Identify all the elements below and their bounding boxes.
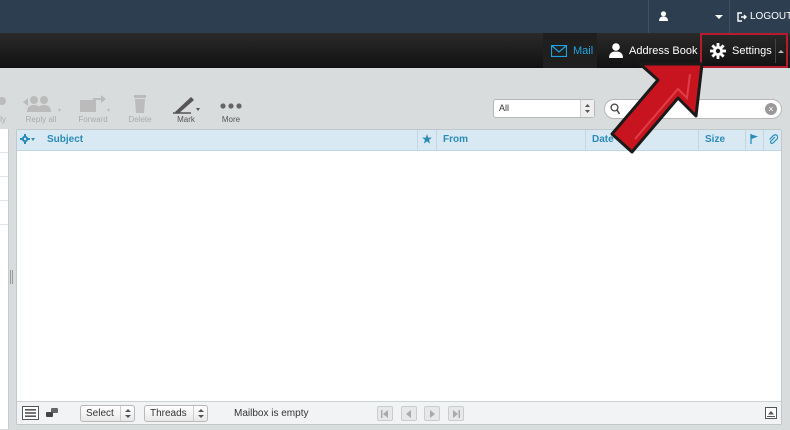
attachment-icon (769, 134, 779, 144)
more-label: More (221, 115, 241, 124)
reply-icon (0, 97, 6, 105)
forward-icon (80, 95, 110, 112)
task-settings[interactable]: Settings (700, 33, 788, 68)
column-flag[interactable] (745, 130, 763, 150)
mailbox-status: Mailbox is empty (234, 408, 309, 419)
last-page-icon (453, 410, 460, 418)
task-mail[interactable]: Mail (543, 33, 597, 68)
threads-dropdown[interactable]: Threads (144, 405, 208, 422)
select-label: Select (86, 408, 114, 419)
settings-divider (775, 39, 776, 63)
pane-splitter[interactable] (10, 270, 13, 284)
folder-list (0, 129, 9, 429)
reply-label: ly (0, 115, 6, 124)
reply-all-button[interactable]: Reply all (18, 94, 64, 124)
list-icon (22, 406, 39, 420)
folder-item[interactable] (0, 201, 8, 225)
user-icon (659, 11, 668, 21)
gear-icon (710, 42, 726, 59)
pen-icon (173, 97, 200, 114)
trash-icon (134, 95, 146, 113)
forward-button[interactable]: Forward (74, 94, 112, 124)
reply-all-icon (23, 96, 61, 112)
column-attachment[interactable] (763, 130, 781, 150)
logout-icon (737, 11, 747, 22)
top-bar: LOGOUT (0, 0, 790, 33)
select-arrows-icon (580, 100, 594, 117)
logout-link[interactable]: LOGOUT (734, 0, 790, 33)
user-menu[interactable] (648, 0, 730, 33)
toggle-preview-button[interactable] (765, 407, 777, 422)
threads-label: Threads (150, 408, 187, 419)
select-arrows-icon (193, 406, 207, 421)
filter-value: All (499, 103, 510, 113)
red-arrow-annotation (610, 62, 704, 154)
task-mail-label: Mail (573, 44, 594, 57)
more-icon (220, 103, 242, 109)
threads-toggle-button[interactable] (45, 407, 59, 422)
first-page-icon (381, 410, 388, 418)
first-page-button[interactable] (377, 406, 393, 421)
logout-label: LOGOUT (750, 11, 790, 22)
threads-icon (46, 408, 58, 417)
forward-label: Forward (78, 115, 108, 124)
reply-all-label: Reply all (25, 115, 57, 124)
previous-page-button[interactable] (401, 406, 417, 421)
task-addressbook-label: Address Book (629, 44, 698, 57)
mail-icon (551, 44, 567, 57)
select-arrows-icon (120, 406, 134, 421)
column-flag-star[interactable] (417, 130, 436, 150)
chevron-down-icon (715, 15, 723, 19)
delete-label: Delete (128, 115, 152, 124)
clear-search-icon[interactable]: × (765, 103, 777, 115)
delete-button[interactable]: Delete (124, 94, 156, 124)
message-list: Subject From Date Size Select Threads Ma… (16, 129, 782, 425)
folder-item[interactable] (0, 129, 8, 153)
column-from[interactable]: From (436, 130, 585, 150)
list-options-button[interactable] (17, 130, 41, 150)
column-subject[interactable]: Subject (41, 130, 417, 150)
list-layout-button[interactable] (22, 406, 39, 423)
more-button[interactable]: More (216, 94, 246, 124)
folder-item[interactable] (0, 153, 8, 177)
flag-icon (750, 134, 758, 145)
filter-select[interactable]: All (493, 99, 595, 118)
task-settings-label: Settings (732, 44, 772, 57)
message-list-footer: Select Threads Mailbox is empty (17, 401, 781, 424)
next-page-icon (430, 410, 435, 418)
select-dropdown[interactable]: Select (80, 405, 135, 422)
chevron-up-icon[interactable] (778, 50, 784, 53)
previous-page-icon (406, 410, 411, 418)
reply-button[interactable]: ly (0, 94, 8, 124)
star-icon (422, 134, 432, 144)
folder-item[interactable] (0, 177, 8, 201)
gear-icon (20, 134, 35, 145)
expand-up-icon (765, 407, 777, 419)
mark-label: Mark (177, 115, 195, 124)
last-page-button[interactable] (448, 406, 464, 421)
next-page-button[interactable] (424, 406, 440, 421)
mark-button[interactable]: Mark (170, 94, 202, 124)
